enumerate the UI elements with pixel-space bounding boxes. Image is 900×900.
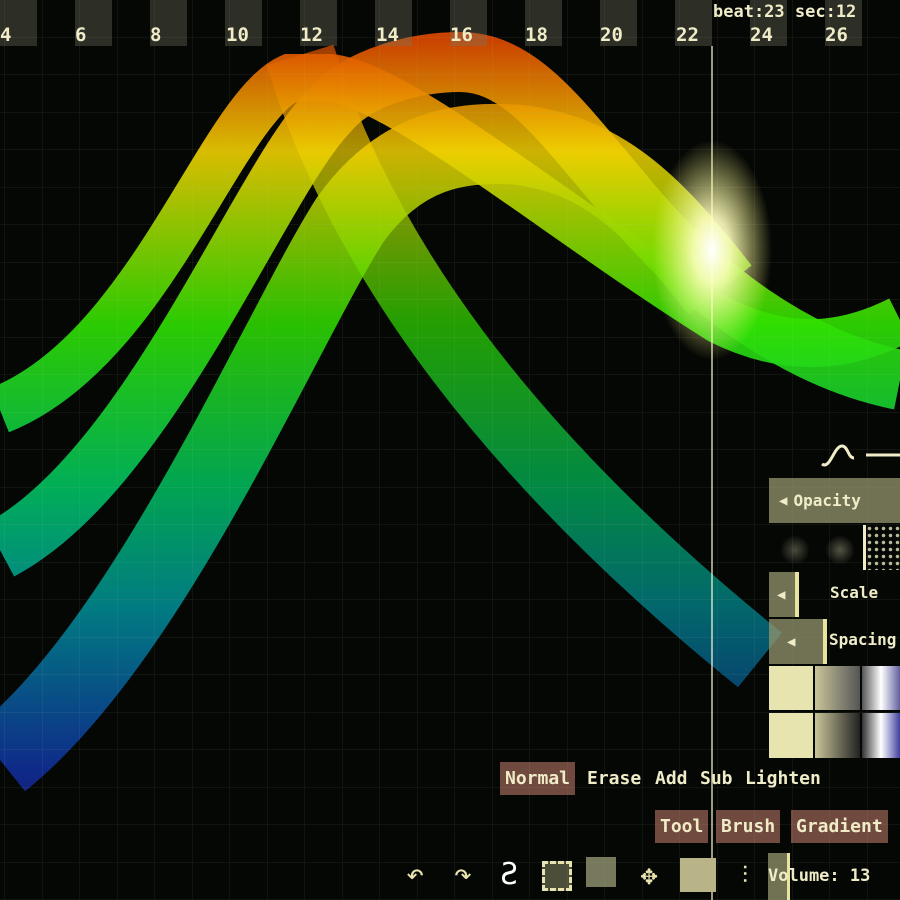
gradient-swatch[interactable] <box>769 666 813 710</box>
transform-icon[interactable] <box>586 857 616 887</box>
ruler-label: 16 <box>450 24 473 46</box>
undo-icon[interactable]: ↶ <box>398 858 432 892</box>
timeline-ruler[interactable]: 4 6 8 10 12 14 16 18 20 22 24 26 beat:23… <box>0 0 900 46</box>
beat-readout: beat:23 sec:12 <box>713 2 857 22</box>
ruler-label: 8 <box>150 24 162 46</box>
brush-preset-dots-selected[interactable] <box>863 525 900 570</box>
tab-gradient[interactable]: Gradient <box>791 810 888 843</box>
blend-lighten[interactable]: Lighten <box>740 764 826 793</box>
blend-erase[interactable]: Erase <box>582 764 646 793</box>
ruler-label: 14 <box>376 24 399 46</box>
mixer-icon[interactable]: ⫶ <box>728 858 762 892</box>
smudge-icon[interactable]: Ƨ <box>492 858 526 892</box>
opacity-label: Opacity <box>793 491 861 510</box>
ruler-label: 12 <box>300 24 323 46</box>
gradient-swatch[interactable] <box>815 666 860 710</box>
ruler-label: 26 <box>825 24 848 46</box>
ruler-label: 20 <box>600 24 623 46</box>
decrease-arrow-icon[interactable]: ◀ <box>779 493 787 509</box>
select-rect-icon[interactable] <box>542 861 572 891</box>
gradient-swatch[interactable] <box>769 713 813 758</box>
brush-glow <box>652 140 772 360</box>
ruler-label: 22 <box>676 24 699 46</box>
brush-preset-noise[interactable] <box>825 535 855 565</box>
decrease-arrow-icon[interactable]: ◀ <box>787 634 795 650</box>
volume-label: Volume: 13 <box>768 866 871 886</box>
scale-label: Scale <box>830 583 879 602</box>
ruler-label: 4 <box>0 24 12 46</box>
ruler-label: 18 <box>525 24 548 46</box>
ruler-label: 24 <box>750 24 773 46</box>
blend-normal[interactable]: Normal <box>500 762 576 795</box>
spacing-slider-handle[interactable]: ◀ <box>769 619 827 664</box>
save-icon[interactable] <box>680 858 716 892</box>
gradient-swatch[interactable] <box>815 713 860 758</box>
gradient-swatch[interactable] <box>862 666 900 710</box>
blend-sub[interactable]: Sub <box>695 764 738 793</box>
gradient-swatch[interactable] <box>862 713 900 758</box>
tab-brush[interactable]: Brush <box>716 810 781 843</box>
brush-preset-soft[interactable] <box>780 535 810 565</box>
spacing-label: Spacing <box>829 630 897 649</box>
tab-tool[interactable]: Tool <box>655 810 709 843</box>
opacity-slider[interactable]: ◀ Opacity <box>769 478 900 523</box>
ruler-label: 10 <box>226 24 249 46</box>
scale-slider-handle[interactable]: ◀ <box>769 572 799 617</box>
curve-icon[interactable] <box>818 440 900 470</box>
blend-add[interactable]: Add <box>650 764 693 793</box>
move-icon[interactable]: ✥ <box>632 858 666 892</box>
decrease-arrow-icon[interactable]: ◀ <box>777 587 785 603</box>
redo-icon[interactable]: ↷ <box>446 858 480 892</box>
ruler-label: 6 <box>75 24 87 46</box>
